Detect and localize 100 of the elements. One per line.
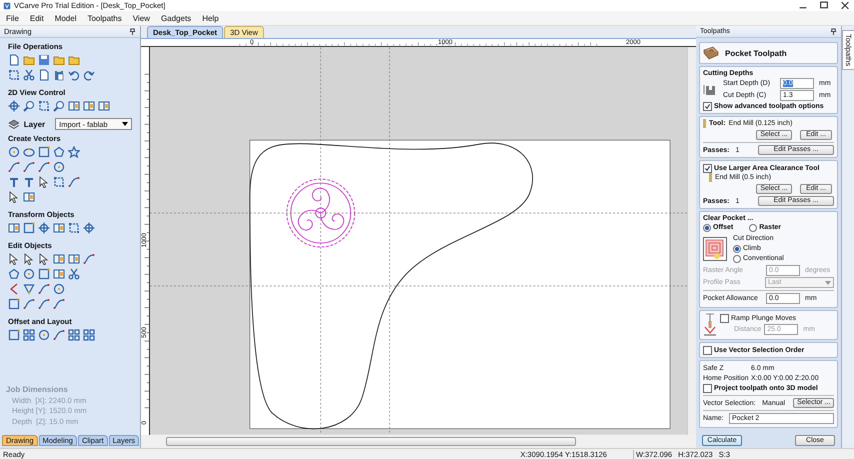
job-dimensions-title: Job Dimensions [6,385,69,396]
curve-icon[interactable] [83,253,95,265]
window-icon[interactable] [68,100,80,112]
document-icon[interactable] [8,54,20,66]
offset-pattern-icon [703,237,727,261]
menu-item[interactable]: Model [54,14,76,22]
circle-icon[interactable] [53,161,65,173]
window-icon[interactable] [53,222,65,234]
folder-icon[interactable] [53,54,65,66]
square-icon[interactable] [23,222,35,234]
circle-icon[interactable] [53,283,65,295]
square-icon[interactable] [38,146,50,158]
maximize-icon[interactable] [818,1,830,10]
square-icon[interactable] [38,268,50,280]
text-tool-icon[interactable] [23,176,35,188]
selection-frame-icon[interactable] [8,69,20,81]
curve-icon[interactable] [23,161,35,173]
menu-item[interactable]: Help [202,14,219,22]
caret-icon [122,122,128,126]
scissors-icon[interactable] [23,69,35,81]
window-icon[interactable] [8,222,20,234]
grid-icon[interactable] [83,329,95,341]
pocket-icon [703,46,719,60]
curve-icon[interactable] [8,161,20,173]
radio-button[interactable] [733,244,741,252]
checkbox[interactable] [720,314,729,323]
circle-icon[interactable] [8,146,20,158]
document-icon[interactable] [38,69,50,81]
clipboard-icon[interactable] [53,69,65,81]
window-icon[interactable] [53,268,65,280]
caret-icon [825,280,831,284]
selection-frame-icon[interactable] [68,222,80,234]
magnifier-icon[interactable] [23,100,35,112]
layers-icon [8,118,20,130]
crosshair-icon[interactable] [83,222,95,234]
pin-icon[interactable] [830,28,837,35]
square-icon[interactable] [8,298,20,310]
undo-icon[interactable] [68,69,80,81]
checkbox[interactable] [703,346,712,355]
radio-button[interactable] [749,224,758,232]
window-icon[interactable] [83,100,95,112]
pin-icon[interactable] [129,28,136,35]
outline-path[interactable] [249,142,533,430]
cursor-icon[interactable] [8,191,20,203]
menu-item[interactable]: Toolpaths [87,14,122,22]
curve-icon[interactable] [38,283,50,295]
curve-icon[interactable] [53,329,65,341]
magnifier-icon[interactable] [53,100,65,112]
checkbox[interactable] [703,384,712,393]
ellipse-icon[interactable] [23,146,35,158]
window-icon[interactable] [23,191,35,203]
grid-icon[interactable] [23,329,35,341]
circular-pattern-drawing[interactable] [286,178,356,248]
star-icon[interactable] [68,146,80,158]
curve-icon[interactable] [68,176,80,188]
curve-icon[interactable] [38,298,50,310]
cursor-icon[interactable] [23,253,35,265]
layer-label: Layer [24,120,46,128]
curve-icon[interactable] [23,298,35,310]
folder-icon[interactable] [23,54,35,66]
curve-icon[interactable] [38,161,50,173]
horizontal-scrollbar[interactable] [166,437,576,446]
scissors-icon[interactable] [68,268,80,280]
menu-item[interactable]: Edit [30,14,44,22]
radio-button[interactable] [703,224,711,232]
close-icon[interactable] [839,1,851,10]
end-mill-icon [703,119,706,128]
cursor-icon[interactable] [8,253,20,265]
window-icon[interactable] [68,253,80,265]
text-tool-icon[interactable] [8,176,20,188]
cursor-icon[interactable] [38,253,50,265]
redo-icon[interactable] [83,69,95,81]
selection-frame-icon[interactable] [53,176,65,188]
window-icon[interactable] [53,253,65,265]
curve-icon[interactable] [53,298,65,310]
chevron-icon[interactable] [8,283,20,295]
triangle-icon[interactable] [23,283,35,295]
ramp-diagram-icon [703,313,717,337]
circle-icon[interactable] [38,329,50,341]
selection-frame-icon[interactable] [38,100,50,112]
window-icon[interactable] [98,100,110,112]
menu-item[interactable]: View [132,14,150,22]
menu-item[interactable]: Gadgets [160,14,192,22]
folder-icon[interactable] [68,54,80,66]
vertical-scrollbar[interactable] [687,47,696,435]
radio-button[interactable] [733,254,741,262]
pentagon-icon[interactable] [8,268,20,280]
pentagon-icon[interactable] [53,146,65,158]
crosshair-icon[interactable] [38,222,50,234]
toolpath-title: Pocket Toolpath [725,48,787,58]
checkbox[interactable] [703,102,712,111]
cursor-icon[interactable] [38,176,50,188]
crosshair-icon[interactable] [8,100,20,112]
checkbox[interactable] [703,164,712,173]
end-mill-icon [709,173,712,182]
square-icon[interactable] [8,329,20,341]
depth-diagram-icon [703,82,717,96]
circle-icon[interactable] [23,268,35,280]
menu-item[interactable]: File [6,14,19,22]
grid-icon[interactable] [68,329,80,341]
